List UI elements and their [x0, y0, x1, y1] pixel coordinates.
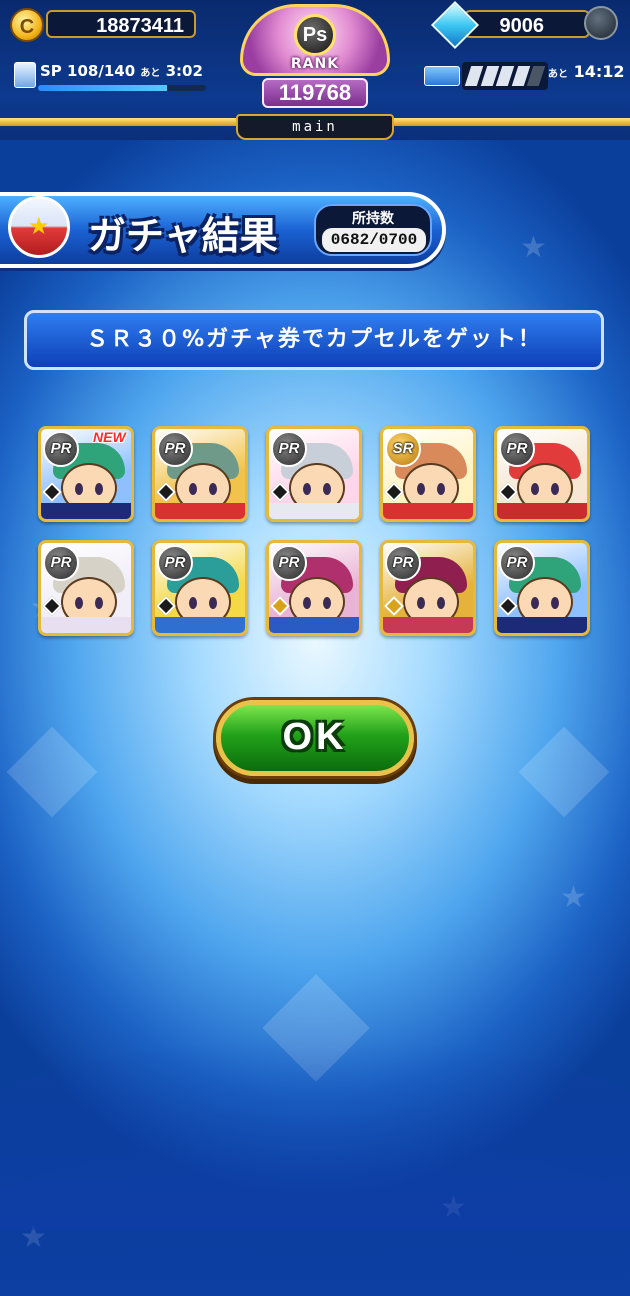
- top-hud: C 18873411 9006 SP 108/140 あと 3:02 あと 14…: [0, 0, 630, 140]
- character-card[interactable]: SR: [380, 426, 476, 522]
- sp-label: SP: [40, 62, 62, 80]
- rarity-badge: PR: [271, 431, 307, 467]
- rarity-badge: PR: [43, 545, 79, 581]
- character-eye: [551, 597, 559, 609]
- character-eye: [209, 483, 217, 495]
- stamina-gauge: [462, 62, 548, 90]
- rarity-badge: PR: [43, 431, 79, 467]
- owned-count-label: 所持数: [352, 211, 394, 227]
- character-uniform: [497, 617, 587, 633]
- deck-name-tab[interactable]: main: [236, 114, 394, 140]
- coin-counter: 18873411: [46, 10, 196, 38]
- character-card[interactable]: PR: [494, 540, 590, 636]
- character-card[interactable]: PR: [152, 426, 248, 522]
- character-eye: [95, 597, 103, 609]
- sp-status: SP 108/140 あと 3:02: [40, 62, 203, 80]
- rank-value: 119768: [262, 78, 368, 108]
- bg-star-decoration: ★: [520, 230, 547, 265]
- character-eye: [417, 597, 425, 609]
- character-eye: [95, 483, 103, 495]
- character-eye: [303, 483, 311, 495]
- stamina-timer: 14:12: [573, 62, 625, 81]
- ok-button[interactable]: OK: [216, 700, 414, 776]
- character-eye: [189, 597, 197, 609]
- rank-emblem[interactable]: Ps RANK 119768: [240, 4, 390, 112]
- character-eye: [209, 597, 217, 609]
- stamina-status: あと 14:12: [548, 62, 625, 81]
- character-eye: [303, 597, 311, 609]
- new-badge: NEW: [93, 429, 126, 445]
- character-uniform: [41, 503, 131, 519]
- character-card[interactable]: PR: [266, 540, 362, 636]
- character-uniform: [41, 617, 131, 633]
- rarity-badge: PR: [499, 431, 535, 467]
- sp-current: 108: [67, 62, 99, 80]
- rank-badge: Ps: [294, 14, 336, 56]
- star-icon: ★: [28, 212, 50, 240]
- character-uniform: [269, 617, 359, 633]
- gem-amount: 9006: [499, 15, 545, 37]
- character-eye: [531, 597, 539, 609]
- character-eye: [75, 597, 83, 609]
- stamina-remaining-label: あと: [548, 69, 568, 80]
- character-eye: [437, 597, 445, 609]
- sp-remaining-label: あと: [140, 68, 161, 79]
- character-eye: [323, 483, 331, 495]
- character-uniform: [383, 617, 473, 633]
- gacha-result-screen: ★ ★ ★ ★ ★ C 18873411 9006 SP 108/140 あと …: [0, 0, 630, 1296]
- sp-max: 140: [103, 62, 136, 80]
- character-card[interactable]: PR: [38, 540, 134, 636]
- character-card[interactable]: PR: [152, 540, 248, 636]
- owned-count-value: 0682/0700: [322, 228, 426, 252]
- stamina-ticket-icon: [424, 66, 460, 86]
- sp-progress-fill: [38, 85, 168, 91]
- character-eye: [75, 483, 83, 495]
- character-uniform: [155, 617, 245, 633]
- rarity-badge: PR: [157, 545, 193, 581]
- bg-stadium-band: [0, 1140, 630, 1296]
- owned-count-box: 所持数 0682/0700: [314, 204, 432, 256]
- result-message: ＳＲ３０%ガチャ券でカプセルをゲット！: [24, 310, 604, 370]
- character-eye: [323, 597, 331, 609]
- rarity-badge: PR: [385, 545, 421, 581]
- character-card[interactable]: PR: [494, 426, 590, 522]
- coin-icon: C: [10, 8, 44, 42]
- character-uniform: [269, 503, 359, 519]
- character-eye: [531, 483, 539, 495]
- page-title: ガチャ結果: [88, 214, 278, 258]
- gem-shop-button[interactable]: [584, 6, 618, 40]
- sp-card-icon: [14, 62, 36, 88]
- character-uniform: [497, 503, 587, 519]
- rarity-badge: PR: [157, 431, 193, 467]
- character-card[interactable]: PR: [266, 426, 362, 522]
- bg-star-decoration: ★: [560, 880, 587, 915]
- character-uniform: [383, 503, 473, 519]
- stamina-segment: [464, 66, 483, 86]
- stamina-segment: [527, 66, 546, 86]
- bg-diamond-decoration: [6, 726, 98, 818]
- sp-progress-bar: [38, 85, 206, 91]
- character-eye: [437, 483, 445, 495]
- character-eye: [551, 483, 559, 495]
- gem-counter: 9006: [464, 10, 590, 38]
- character-card[interactable]: PR NEW: [38, 426, 134, 522]
- rarity-badge: PR: [499, 545, 535, 581]
- rank-label: RANK: [290, 56, 340, 72]
- character-card[interactable]: PR: [380, 540, 476, 636]
- stamina-segment: [495, 66, 515, 86]
- sp-timer: 3:02: [165, 62, 203, 80]
- rarity-badge: PR: [271, 545, 307, 581]
- character-uniform: [155, 503, 245, 519]
- character-eye: [417, 483, 425, 495]
- bg-diamond-decoration: [518, 726, 610, 818]
- character-eye: [189, 483, 197, 495]
- rarity-badge: SR: [385, 431, 421, 467]
- gem-icon: [430, 0, 480, 50]
- coin-amount: 18873411: [96, 15, 184, 37]
